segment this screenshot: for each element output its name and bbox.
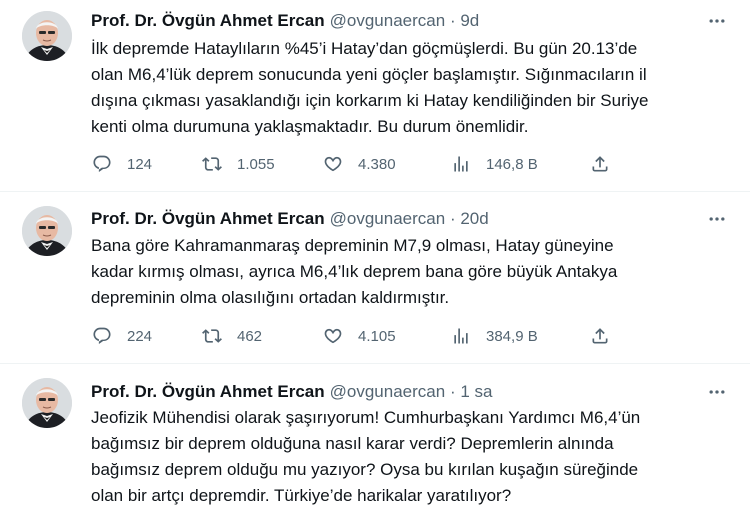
author-name[interactable]: Prof. Dr. Övgün Ahmet Ercan xyxy=(91,382,325,401)
share-button[interactable] xyxy=(589,153,611,175)
tweet-text-line: İlk depremde Hataylıların %45’i Hatay’da… xyxy=(91,39,638,58)
author-handle[interactable]: @ovgunaercan xyxy=(330,209,446,228)
tweet[interactable]: Prof. Dr. Övgün Ahmet Ercan @ovgunaercan … xyxy=(0,364,750,506)
tweet-text-line: Bana göre Kahramanmaraş depreminin M7,9 … xyxy=(91,236,614,255)
retweet-button[interactable]: 462 xyxy=(201,325,262,347)
tweet-text: Bana göre Kahramanmaraş depreminin M7,9 … xyxy=(91,233,731,311)
reply-icon xyxy=(91,153,113,175)
tweet-text: Jeofizik Mühendisi olarak şaşırıyorum! C… xyxy=(91,405,731,509)
author-handle[interactable]: @ovgunaercan xyxy=(330,11,446,30)
views-count: 384,9 B xyxy=(486,327,538,345)
like-icon xyxy=(322,325,344,347)
tweet-text: İlk depremde Hataylıların %45’i Hatay’da… xyxy=(91,36,731,140)
views-icon xyxy=(450,325,472,347)
timestamp[interactable]: 9d xyxy=(460,11,479,30)
avatar[interactable] xyxy=(22,206,72,256)
reply-button[interactable]: 124 xyxy=(91,153,152,175)
avatar[interactable] xyxy=(22,378,72,428)
tweet-text-line: dışına çıkması yasaklandığı için korkarı… xyxy=(91,91,649,110)
avatar[interactable] xyxy=(22,11,72,61)
tweet-header: Prof. Dr. Övgün Ahmet Ercan @ovgunaercan … xyxy=(91,381,492,403)
author-handle[interactable]: @ovgunaercan xyxy=(330,382,446,401)
reply-count: 124 xyxy=(127,155,153,173)
more-icon[interactable] xyxy=(706,381,728,403)
retweet-count: 462 xyxy=(237,327,263,345)
more-icon[interactable] xyxy=(706,10,728,32)
views-icon xyxy=(450,153,472,175)
tweet-text-line: kenti olma durumuna yaklaşmaktadır. Bu d… xyxy=(91,117,529,136)
like-icon xyxy=(322,153,344,175)
tweet[interactable]: Prof. Dr. Övgün Ahmet Ercan @ovgunaercan … xyxy=(0,192,750,364)
tweet-text-line: bağımsız deprem olduğu mu yazıyor? Oysa … xyxy=(91,460,639,479)
retweet-icon xyxy=(201,153,223,175)
separator: · xyxy=(449,11,456,30)
like-count: 4.380 xyxy=(358,155,396,173)
tweet-header: Prof. Dr. Övgün Ahmet Ercan @ovgunaercan … xyxy=(91,10,479,32)
share-icon xyxy=(589,325,611,347)
like-button[interactable]: 4.105 xyxy=(322,325,396,347)
views-button[interactable]: 384,9 B xyxy=(450,325,538,347)
timestamp[interactable]: 20d xyxy=(460,209,488,228)
tweet-text-line: olan bir artçı depremdir. Türkiye’de har… xyxy=(91,486,512,505)
more-icon[interactable] xyxy=(706,208,728,230)
like-count: 4.105 xyxy=(358,327,396,345)
tweet-text-line: kadar kırmış olması, ayrıca M6,4’lık dep… xyxy=(91,262,618,281)
tweet-text-line: Jeofizik Mühendisi olarak şaşırıyorum! C… xyxy=(91,408,641,427)
tweet-header: Prof. Dr. Övgün Ahmet Ercan @ovgunaercan … xyxy=(91,208,489,230)
tweet-text-line: bağımsız bir deprem olduğuna nasıl karar… xyxy=(91,434,614,453)
tweet[interactable]: Prof. Dr. Övgün Ahmet Ercan @ovgunaercan … xyxy=(0,0,750,192)
reply-icon xyxy=(91,325,113,347)
like-button[interactable]: 4.380 xyxy=(322,153,396,175)
retweet-icon xyxy=(201,325,223,347)
tweet-text-line: depreminin olma olasılığını ortadan kald… xyxy=(91,288,450,307)
views-count: 146,8 B xyxy=(486,155,538,173)
author-name[interactable]: Prof. Dr. Övgün Ahmet Ercan xyxy=(91,11,325,30)
reply-count: 224 xyxy=(127,327,153,345)
separator: · xyxy=(449,382,456,401)
share-icon xyxy=(589,153,611,175)
author-name[interactable]: Prof. Dr. Övgün Ahmet Ercan xyxy=(91,209,325,228)
views-button[interactable]: 146,8 B xyxy=(450,153,538,175)
retweet-button[interactable]: 1.055 xyxy=(201,153,275,175)
retweet-count: 1.055 xyxy=(237,155,275,173)
share-button[interactable] xyxy=(589,325,611,347)
tweet-text-line: olan M6,4’lük deprem sonucunda yeni göçl… xyxy=(91,65,647,84)
reply-button[interactable]: 224 xyxy=(91,325,152,347)
timestamp[interactable]: 1 sa xyxy=(460,382,492,401)
separator: · xyxy=(449,209,456,228)
